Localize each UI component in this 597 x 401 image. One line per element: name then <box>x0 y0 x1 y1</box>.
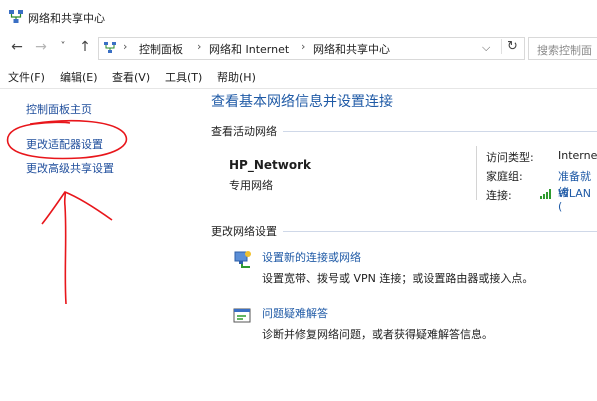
setup-new-connection-link[interactable]: 设置新的连接或网络 <box>262 249 361 265</box>
section-divider <box>283 131 597 132</box>
page-title: 查看基本网络信息并设置连接 <box>211 94 393 110</box>
breadcrumb-network-internet[interactable]: 网络和 Internet <box>209 41 289 57</box>
access-type-label: 访问类型: <box>486 151 534 164</box>
sidebar-item-control-panel-home[interactable]: 控制面板主页 <box>26 101 92 117</box>
title-bar: 网络和共享中心 <box>0 0 597 34</box>
address-bar[interactable]: › 控制面板 › 网络和 Internet › 网络和共享中心 ⌵ ↻ <box>98 37 525 60</box>
search-placeholder: 搜索控制面 <box>537 44 592 57</box>
network-center-icon <box>9 10 23 23</box>
forward-button[interactable]: → <box>32 38 50 56</box>
breadcrumb-separator: › <box>123 40 128 53</box>
change-network-settings-heading: 更改网络设置 <box>211 225 277 238</box>
menu-file[interactable]: 文件(F) <box>8 69 45 85</box>
menu-tools[interactable]: 工具(T) <box>165 69 202 85</box>
breadcrumb-network-sharing-center[interactable]: 网络和共享中心 <box>313 41 390 57</box>
menu-edit[interactable]: 编辑(E) <box>60 69 98 85</box>
annotation-arrow-shaft <box>63 191 67 305</box>
breadcrumb-control-panel[interactable]: 控制面板 <box>139 41 183 57</box>
sidebar-item-change-adapter-settings[interactable]: 更改适配器设置 <box>26 136 103 152</box>
recent-locations-button[interactable]: ˅ <box>54 38 72 56</box>
search-box[interactable]: 搜索控制面 <box>528 37 597 60</box>
refresh-icon[interactable]: ↻ <box>501 39 518 54</box>
troubleshoot-link[interactable]: 问题疑难解答 <box>262 305 328 321</box>
breadcrumb-separator: › <box>301 40 306 53</box>
network-name: HP_Network <box>229 158 311 172</box>
setup-new-connection-desc: 设置宽带、拨号或 VPN 连接；或设置路由器或接入点。 <box>262 272 534 285</box>
menu-bar: 文件(F) 编辑(E) 查看(V) 工具(T) 帮助(H) <box>0 66 597 86</box>
breadcrumb-separator: › <box>197 40 202 53</box>
network-category[interactable]: 专用网络 <box>229 177 273 193</box>
access-type-value: Interne <box>558 149 597 162</box>
menu-help[interactable]: 帮助(H) <box>217 69 256 85</box>
menu-divider <box>0 88 597 89</box>
connections-label: 连接: <box>486 189 512 202</box>
control-panel-icon <box>104 42 116 53</box>
address-dropdown-icon[interactable]: ⌵ <box>482 41 490 55</box>
wlan-connection-link[interactable]: WLAN ( <box>558 187 597 213</box>
troubleshoot-icon <box>233 308 251 323</box>
annotation-arrow-head <box>41 191 113 225</box>
menu-view[interactable]: 查看(V) <box>112 69 150 85</box>
new-connection-icon <box>234 251 251 268</box>
back-button[interactable]: ← <box>8 38 26 56</box>
homegroup-label: 家庭组: <box>486 170 523 183</box>
section-divider <box>283 231 597 232</box>
active-networks-heading: 查看活动网络 <box>211 125 277 138</box>
network-info-divider <box>476 146 477 200</box>
troubleshoot-desc: 诊断并修复网络问题，或者获得疑难解答信息。 <box>262 328 493 341</box>
wifi-signal-icon <box>540 189 551 199</box>
window-title: 网络和共享中心 <box>28 12 105 25</box>
sidebar-item-change-advanced-sharing[interactable]: 更改高级共享设置 <box>26 160 114 176</box>
up-button[interactable]: ↑ <box>76 38 94 56</box>
navigation-bar: ← → ˅ ↑ › 控制面板 › 网络和 Internet › 网络和共享中心 … <box>0 34 597 62</box>
